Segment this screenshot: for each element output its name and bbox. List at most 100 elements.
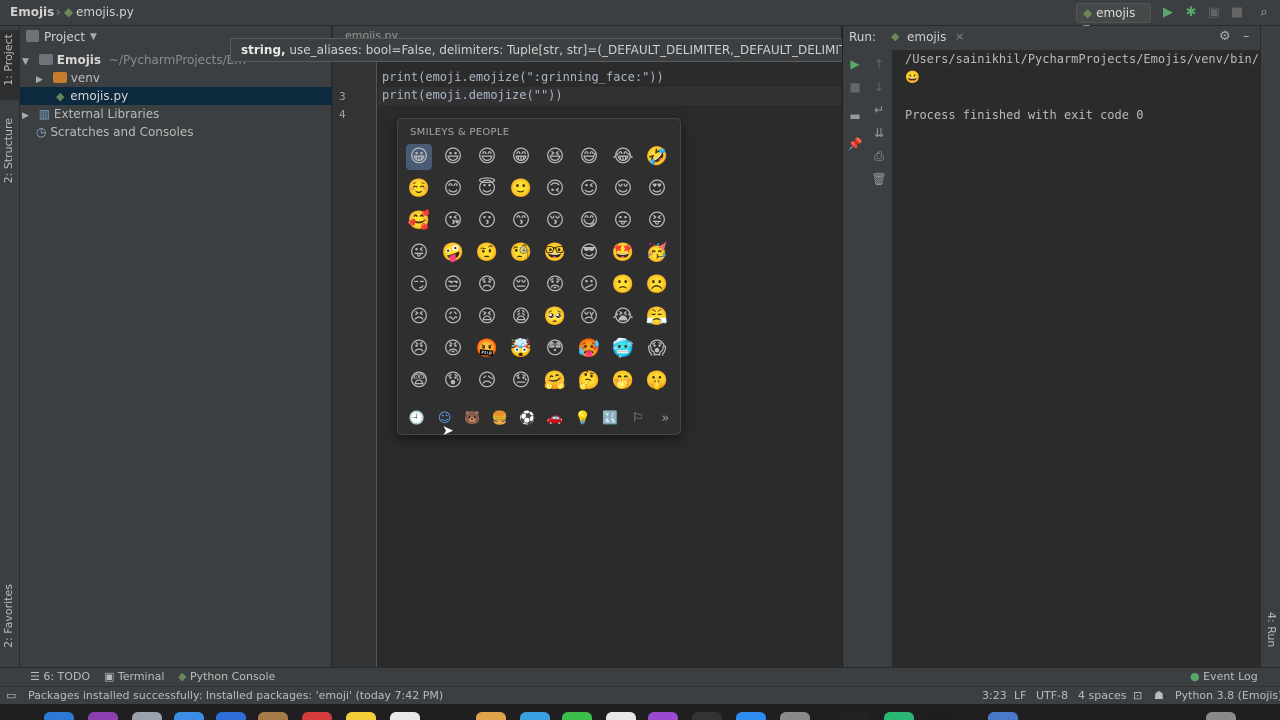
emoji-option[interactable]: 🤔 xyxy=(576,368,602,394)
tree-item-scratches[interactable]: ◷ Scratches and Consoles xyxy=(36,123,193,141)
emoji-option[interactable]: 😨 xyxy=(406,368,432,394)
emoji-option[interactable]: 🙃 xyxy=(542,176,568,202)
emoji-option[interactable]: 🤓 xyxy=(542,240,568,266)
emoji-option[interactable]: ☺️ xyxy=(406,176,432,202)
pin-icon[interactable]: 📌 xyxy=(847,136,863,152)
emoji-option[interactable]: 🧐 xyxy=(508,240,534,266)
emoji-option[interactable]: 😞 xyxy=(474,272,500,298)
music-icon[interactable] xyxy=(606,712,636,720)
run-config-select[interactable]: ◆ emojis ▼ xyxy=(1076,3,1151,34)
coverage-icon[interactable]: ▣ xyxy=(1206,5,1222,21)
emoji-option[interactable]: 😘 xyxy=(440,208,466,234)
symbols-icon[interactable]: 🔣 xyxy=(600,409,620,429)
emoji-option[interactable]: 😓 xyxy=(508,368,534,394)
layout-icon[interactable]: ▬ xyxy=(847,108,863,124)
emoji-option[interactable]: 🥶 xyxy=(610,336,636,362)
project-tool-tab[interactable]: 1: Project xyxy=(2,34,15,86)
emoji-option[interactable]: 😕 xyxy=(576,272,602,298)
interpreter[interactable]: Python 3.8 (Emojis) xyxy=(1175,689,1280,702)
trash-icon[interactable]: 🗑 xyxy=(871,171,887,187)
chevron-down-icon[interactable]: ▼ xyxy=(90,32,97,42)
emoji-option[interactable]: 🙁 xyxy=(610,272,636,298)
gear-icon[interactable]: ⚙ xyxy=(1219,29,1231,44)
emoji-option[interactable]: 😉 xyxy=(576,176,602,202)
app-icon[interactable] xyxy=(928,712,958,720)
travel-icon[interactable]: 🚗 xyxy=(545,409,565,429)
status-message[interactable]: Packages installed successfully: Install… xyxy=(28,689,443,702)
siri-icon[interactable] xyxy=(88,712,118,720)
food-icon[interactable]: 🍔 xyxy=(490,409,510,429)
downloads-folder-icon[interactable] xyxy=(988,712,1018,720)
emoji-option[interactable]: 🤫 xyxy=(644,368,670,394)
emoji-option[interactable]: 😆 xyxy=(542,144,568,170)
emoji-option[interactable]: 😋 xyxy=(576,208,602,234)
down-arrow-icon[interactable]: ↓ xyxy=(871,79,887,95)
emoji-option[interactable]: 🥰 xyxy=(406,208,432,234)
calendar-icon[interactable] xyxy=(302,712,332,720)
emoji-option[interactable]: 😛 xyxy=(610,208,636,234)
stop-icon[interactable]: ■ xyxy=(1229,5,1245,21)
chevron-right-icon[interactable]: ▶ xyxy=(22,111,29,121)
emoji-option[interactable]: 🤯 xyxy=(508,336,534,362)
lock-icon[interactable]: ⊡ xyxy=(1133,689,1142,702)
file-encoding[interactable]: UTF-8 xyxy=(1036,689,1068,702)
emoji-option[interactable]: 😚 xyxy=(542,208,568,234)
stop-icon[interactable]: ■ xyxy=(847,79,863,95)
emoji-option[interactable]: 😇 xyxy=(474,176,500,202)
soft-wrap-icon[interactable]: ↵ xyxy=(871,102,887,118)
tree-item-venv[interactable]: ▶ venv xyxy=(36,69,100,87)
close-icon[interactable]: × xyxy=(955,30,964,43)
python-console-tab[interactable]: ◆ Python Console xyxy=(178,670,275,683)
objects-icon[interactable]: 💡 xyxy=(573,409,593,429)
tree-item-emojis-py[interactable]: ◆ emojis.py xyxy=(20,87,332,105)
emoji-option[interactable]: 🥺 xyxy=(542,304,568,330)
emoji-option[interactable]: 😗 xyxy=(474,208,500,234)
tv-icon[interactable] xyxy=(692,712,722,720)
emoji-option[interactable]: 🙂 xyxy=(508,176,534,202)
emoji-option[interactable]: 😅 xyxy=(576,144,602,170)
safari-icon[interactable] xyxy=(174,712,204,720)
tree-item-external-libraries[interactable]: ▶ ▥ External Libraries xyxy=(22,105,159,123)
emoji-option[interactable]: 😳 xyxy=(542,336,568,362)
emoji-option[interactable]: 😡 xyxy=(440,336,466,362)
emoji-option[interactable]: 😰 xyxy=(440,368,466,394)
emoji-option[interactable]: 🤪 xyxy=(440,240,466,266)
emoji-option[interactable]: 😏 xyxy=(406,272,432,298)
photos-icon[interactable] xyxy=(476,712,506,720)
print-icon[interactable]: ⎙ xyxy=(871,148,887,164)
debug-icon[interactable]: ✱ xyxy=(1183,5,1199,21)
recent-icon[interactable]: 🕘 xyxy=(407,409,427,429)
messages-icon[interactable] xyxy=(520,712,550,720)
emoji-option[interactable]: 😊 xyxy=(440,176,466,202)
rerun-icon[interactable]: ▶ xyxy=(847,56,863,72)
emoji-option[interactable]: 😩 xyxy=(508,304,534,330)
search-everywhere-icon[interactable]: ⌕ xyxy=(1256,5,1272,21)
podcasts-icon[interactable] xyxy=(648,712,678,720)
emoji-option[interactable]: 😜 xyxy=(406,240,432,266)
emoji-option[interactable]: 😂 xyxy=(610,144,636,170)
emoji-option[interactable]: 😒 xyxy=(440,272,466,298)
app-store-icon[interactable] xyxy=(736,712,766,720)
emoji-option[interactable]: 😌 xyxy=(610,176,636,202)
emoji-option[interactable]: 😱 xyxy=(644,336,670,362)
emoji-option[interactable]: 😄 xyxy=(474,144,500,170)
emoji-option[interactable]: 😁 xyxy=(508,144,534,170)
launchpad-icon[interactable] xyxy=(132,712,162,720)
structure-tool-tab[interactable]: 2: Structure xyxy=(2,118,15,183)
facetime-icon[interactable] xyxy=(562,712,592,720)
emoji-option[interactable]: 😟 xyxy=(542,272,568,298)
emoji-option[interactable]: 😭 xyxy=(610,304,636,330)
emoji-option[interactable]: 🤭 xyxy=(610,368,636,394)
emoji-option[interactable]: 🥵 xyxy=(576,336,602,362)
emoji-option[interactable]: 😖 xyxy=(440,304,466,330)
run-icon[interactable]: ▶ xyxy=(1160,5,1176,21)
emoji-option[interactable]: 😢 xyxy=(576,304,602,330)
animals-icon[interactable]: 🐻 xyxy=(462,409,482,429)
line-separator[interactable]: LF xyxy=(1014,689,1026,702)
emoji-option[interactable]: 😔 xyxy=(508,272,534,298)
breadcrumb-file[interactable]: emojis.py xyxy=(76,5,134,19)
emoji-option[interactable]: 😠 xyxy=(406,336,432,362)
emoji-option[interactable]: 🤨 xyxy=(474,240,500,266)
settings-icon[interactable] xyxy=(780,712,810,720)
emoji-option[interactable]: 😀 xyxy=(406,144,432,170)
